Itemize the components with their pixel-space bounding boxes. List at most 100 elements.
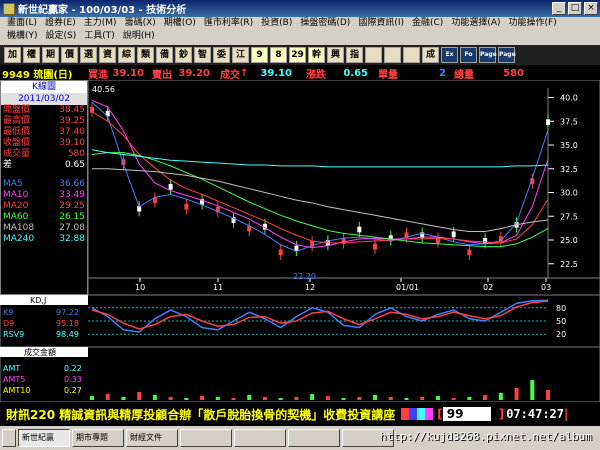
toolbar-button-16[interactable]: 幹: [308, 47, 325, 63]
panel-row-value: 0.65: [64, 160, 85, 170]
maximize-button[interactable]: □: [568, 2, 582, 15]
candle-body: [467, 249, 472, 256]
kd-label: K9: [3, 308, 13, 317]
menu-item-row2-1[interactable]: 設定(S): [42, 30, 81, 43]
menu-item-row1-10[interactable]: 功能選擇(A): [447, 17, 504, 30]
toolbar-button-24[interactable]: Fo: [460, 47, 477, 63]
ticker-bar-icon: |: [564, 407, 569, 421]
taskbar-item-0[interactable]: 新世紀贏: [18, 429, 70, 447]
vol-label: AMT: [3, 364, 20, 373]
taskbar-item-5[interactable]: [288, 429, 340, 447]
minimize-button[interactable]: _: [552, 2, 566, 15]
taskbar-item-3[interactable]: [180, 429, 232, 447]
ma-label: MA108: [3, 223, 35, 233]
news-ticker[interactable]: 財訊220 精誠資訊與精厚投顧合辦「散戶脫胎換骨的契機」收費投資講座 [ 99 …: [0, 402, 600, 426]
toolbar-button-6[interactable]: 綜: [118, 47, 135, 63]
menu-item-row1-7[interactable]: 操盤密碼(D): [296, 17, 354, 30]
toolbar-button-2[interactable]: 期: [42, 47, 59, 63]
trade-arrow-icon: ↑: [240, 67, 249, 79]
toolbar-button-9[interactable]: 鈔: [175, 47, 192, 63]
menu-item-row1-8[interactable]: 國際資訊(I): [354, 17, 408, 30]
vol-bar: [278, 398, 283, 400]
vol-bar: [121, 397, 126, 400]
change-label: 漲跌: [306, 69, 326, 81]
toolbar-button-8[interactable]: 備: [156, 47, 173, 63]
candle-body: [184, 203, 189, 210]
menu-item-row1-1[interactable]: 證券(E): [41, 17, 80, 30]
toolbar-button-26[interactable]: Page: [498, 47, 516, 63]
kd-chart: KD,J K9 97.22 D9 95.18 RSV9 98.49 80 50 20: [0, 295, 600, 347]
menu-item-row1-2[interactable]: 主力(M): [80, 17, 121, 30]
panel-row-value: 39.10: [59, 138, 85, 148]
menu-item-row2-3[interactable]: 說明(H): [119, 30, 159, 43]
toolbar-button-19[interactable]: [365, 47, 382, 63]
vol-value: 0.33: [64, 375, 82, 384]
menu-item-row1-6[interactable]: 投資(B): [257, 17, 296, 30]
toolbar-button-10[interactable]: 智: [194, 47, 211, 63]
buy-price: 39.10: [112, 67, 144, 79]
menu-item-row1-5[interactable]: 匯市利率(R): [200, 17, 257, 30]
vol-bar: [310, 394, 315, 400]
taskbar-item-4[interactable]: [234, 429, 286, 447]
menu-item-row1-11[interactable]: 功能操作(F): [505, 17, 561, 30]
kd-tick-label: 80: [556, 304, 566, 313]
taskbar-item-2[interactable]: 財經文件: [126, 429, 178, 447]
title-bar: 新世紀贏家 - 100/03/03 - 技術分析 _ □ ×: [0, 0, 600, 17]
toolbar-button-17[interactable]: 興: [327, 47, 344, 63]
toolbar-button-11[interactable]: 委: [213, 47, 230, 63]
toolbar-button-25[interactable]: Page: [479, 47, 497, 63]
ma-value: 29.25: [59, 201, 85, 211]
price-info-panel: K線圖 2011/03/02 開盤價 38.45 最高價 39.25 最低價 37.40 收…: [0, 80, 88, 295]
toolbar-button-23[interactable]: Ex: [441, 47, 458, 63]
panel-row: 差 0.65: [1, 160, 87, 171]
vol-bar: [105, 394, 110, 400]
ticker-text: 財訊220 精誠資訊與精厚投顧合辦「散戶脫胎換骨的契機」收費投資講座: [6, 407, 396, 422]
toolbar-button-14[interactable]: 8: [270, 47, 287, 63]
menu-item-row1-4[interactable]: 期權(O): [160, 17, 200, 30]
toolbar-button-12[interactable]: 江: [232, 47, 249, 63]
low-label: 22.20: [293, 272, 316, 281]
ma-label: MA5: [3, 179, 23, 189]
menu-item-row1-9[interactable]: 金融(C): [408, 17, 447, 30]
menu-item-row1-3[interactable]: 籌碼(X): [121, 17, 160, 30]
vol-bar: [262, 397, 267, 400]
toolbar-button-5[interactable]: 資: [99, 47, 116, 63]
vol-label: AMT10: [3, 386, 30, 395]
taskbar-item-1[interactable]: 期市專題: [72, 429, 124, 447]
menu-item-row2-2[interactable]: 工具(T): [80, 30, 119, 43]
vol-bar: [184, 398, 189, 400]
y-tick-label: 27.5: [560, 212, 578, 221]
menu-item-row2-0[interactable]: 機構(Y): [3, 30, 42, 43]
candle-body: [373, 243, 378, 250]
ma-value: 33.49: [59, 190, 85, 200]
vol-bar: [373, 395, 378, 400]
panel-title: K線圖: [1, 81, 87, 93]
toolbar-button-4[interactable]: 選: [80, 47, 97, 63]
menu-item-row1-0[interactable]: 畫面(L): [3, 17, 41, 30]
toolbar-button-20[interactable]: [384, 47, 401, 63]
ma-row: MA240 32.88: [1, 234, 87, 245]
stock-code-name[interactable]: 9949 琉園(日): [0, 66, 72, 81]
start-button[interactable]: [2, 429, 16, 447]
toolbar-button-1[interactable]: 權: [23, 47, 40, 63]
vol-bar: [467, 397, 472, 400]
toolbar: 加權期價選資綜類備鈔智委江 9 8 29 幹興指成 Ex Fo Page Page: [0, 45, 600, 65]
ma-row: MA10 33.49: [1, 190, 87, 201]
toolbar-button-7[interactable]: 類: [137, 47, 154, 63]
toolbar-button-15[interactable]: 29: [289, 47, 306, 63]
toolbar-button-18[interactable]: 指: [346, 47, 363, 63]
amount-chart: 成交金額 AMT 0.22 AMT5 0.33 AMT10 0.27: [0, 347, 600, 402]
panel-row-value: 38.45: [59, 105, 85, 115]
panel-date: 2011/03/02: [1, 93, 87, 105]
close-button[interactable]: ×: [584, 2, 598, 15]
candle-body: [546, 119, 550, 126]
ma-label: MA20: [3, 201, 29, 211]
vol-bar: [404, 398, 409, 400]
sell-price: 39.20: [178, 67, 210, 79]
toolbar-button-13[interactable]: 9: [251, 47, 268, 63]
toolbar-button-3[interactable]: 價: [61, 47, 78, 63]
toolbar-button-21[interactable]: [403, 47, 420, 63]
toolbar-button-0[interactable]: 加: [4, 47, 21, 63]
toolbar-button-22[interactable]: 成: [422, 47, 439, 63]
x-tick-label: 11: [213, 283, 223, 292]
